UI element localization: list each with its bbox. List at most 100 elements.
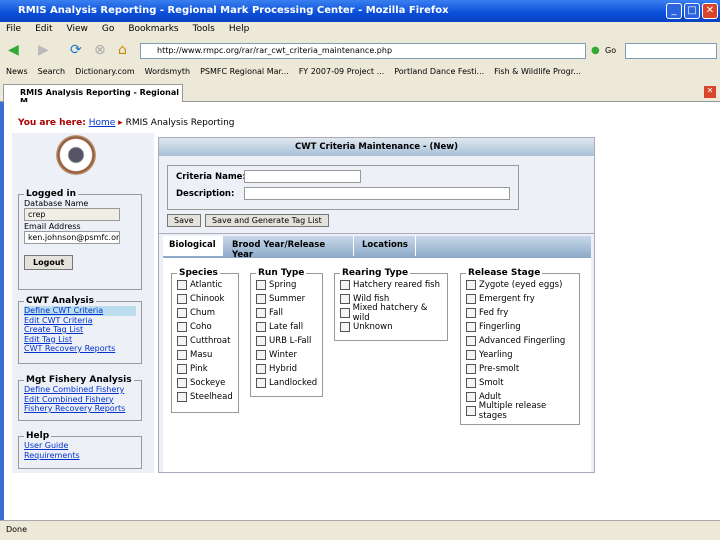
tab-brood-year-release-year[interactable]: Brood Year/Release Year bbox=[226, 236, 354, 260]
bookmark-portland-dance[interactable]: Portland Dance Festi... bbox=[394, 67, 484, 76]
bookmark-search[interactable]: Search bbox=[38, 67, 65, 76]
checkbox-box[interactable] bbox=[177, 364, 187, 374]
checkbox-box[interactable] bbox=[466, 280, 476, 290]
bookmark-fish-wildlife[interactable]: Fish & Wildlife Progr... bbox=[494, 67, 581, 76]
checkbox-box[interactable] bbox=[466, 406, 476, 416]
checkbox-box[interactable] bbox=[177, 392, 187, 402]
checkbox-box[interactable] bbox=[256, 294, 266, 304]
checkbox-box[interactable] bbox=[177, 308, 187, 318]
email-field[interactable]: ken.johnson@psmfc.org bbox=[24, 231, 120, 244]
bookmark-psmfc[interactable]: PSMFC Regional Mar... bbox=[200, 67, 289, 76]
description-input[interactable] bbox=[244, 187, 510, 200]
save-generate-tag-list-button[interactable]: Save and Generate Tag List bbox=[205, 214, 329, 227]
go-icon[interactable]: ● bbox=[591, 45, 600, 56]
back-icon[interactable]: ◀ bbox=[8, 42, 19, 58]
checkbox-box[interactable] bbox=[466, 336, 476, 346]
checkbox-hatchery-reared-fish[interactable]: Hatchery reared fish bbox=[340, 278, 442, 292]
checkbox-box[interactable] bbox=[256, 350, 266, 360]
checkbox-smolt[interactable]: Smolt bbox=[466, 376, 574, 390]
checkbox-box[interactable] bbox=[466, 322, 476, 332]
breadcrumb-home-link[interactable]: Home bbox=[89, 118, 116, 128]
checkbox-box[interactable] bbox=[466, 308, 476, 318]
checkbox-landlocked[interactable]: Landlocked bbox=[256, 376, 317, 390]
menu-help[interactable]: Help bbox=[229, 24, 250, 34]
checkbox-box[interactable] bbox=[177, 322, 187, 332]
edit-tag-list-link[interactable]: Edit Tag List bbox=[24, 335, 136, 345]
checkbox-box[interactable] bbox=[256, 308, 266, 318]
checkbox-box[interactable] bbox=[256, 280, 266, 290]
checkbox-cutthroat[interactable]: Cutthroat bbox=[177, 334, 233, 348]
checkbox-fall[interactable]: Fall bbox=[256, 306, 317, 320]
criteria-name-input[interactable] bbox=[244, 170, 361, 183]
checkbox-box[interactable] bbox=[340, 322, 350, 332]
tab-biological[interactable]: Biological bbox=[163, 236, 223, 256]
menu-bookmarks[interactable]: Bookmarks bbox=[128, 24, 178, 34]
bookmark-fy-project[interactable]: FY 2007-09 Project ... bbox=[299, 67, 385, 76]
close-tab-icon[interactable]: ✕ bbox=[704, 86, 716, 98]
checkbox-box[interactable] bbox=[466, 364, 476, 374]
menu-file[interactable]: File bbox=[6, 24, 21, 34]
checkbox-coho[interactable]: Coho bbox=[177, 320, 233, 334]
checkbox-box[interactable] bbox=[256, 378, 266, 388]
checkbox-box[interactable] bbox=[466, 350, 476, 360]
checkbox-box[interactable] bbox=[256, 364, 266, 374]
tab-locations[interactable]: Locations bbox=[356, 236, 416, 256]
minimize-button[interactable]: _ bbox=[666, 3, 682, 19]
checkbox-yearling[interactable]: Yearling bbox=[466, 348, 574, 362]
menu-edit[interactable]: Edit bbox=[35, 24, 52, 34]
checkbox-fingerling[interactable]: Fingerling bbox=[466, 320, 574, 334]
requirements-link[interactable]: Requirements bbox=[24, 451, 136, 461]
define-combined-fishery-link[interactable]: Define Combined Fishery bbox=[24, 385, 136, 395]
checkbox-masu[interactable]: Masu bbox=[177, 348, 233, 362]
checkbox-box[interactable] bbox=[177, 294, 187, 304]
checkbox-box[interactable] bbox=[466, 392, 476, 402]
edit-combined-fishery-link[interactable]: Edit Combined Fishery bbox=[24, 395, 136, 405]
checkbox-box[interactable] bbox=[340, 308, 350, 318]
maximize-button[interactable]: □ bbox=[684, 3, 700, 19]
logout-button[interactable]: Logout bbox=[24, 255, 74, 270]
checkbox-late-fall[interactable]: Late fall bbox=[256, 320, 317, 334]
search-input[interactable] bbox=[625, 43, 717, 59]
checkbox-zygote-eyed-eggs[interactable]: Zygote (eyed eggs) bbox=[466, 278, 574, 292]
checkbox-box[interactable] bbox=[177, 378, 187, 388]
checkbox-box[interactable] bbox=[340, 280, 350, 290]
create-tag-list-link[interactable]: Create Tag List bbox=[24, 325, 136, 335]
checkbox-box[interactable] bbox=[466, 294, 476, 304]
checkbox-pink[interactable]: Pink bbox=[177, 362, 233, 376]
database-name-field[interactable]: crep bbox=[24, 208, 120, 221]
user-guide-link[interactable]: User Guide bbox=[24, 441, 136, 451]
checkbox-chinook[interactable]: Chinook bbox=[177, 292, 233, 306]
menu-tools[interactable]: Tools bbox=[193, 24, 215, 34]
bookmark-news[interactable]: News bbox=[6, 67, 28, 76]
checkbox-urb-l-fall[interactable]: URB L-Fall bbox=[256, 334, 317, 348]
checkbox-box[interactable] bbox=[340, 294, 350, 304]
checkbox-fed-fry[interactable]: Fed fry bbox=[466, 306, 574, 320]
go-button[interactable]: Go bbox=[605, 46, 616, 55]
checkbox-steelhead[interactable]: Steelhead bbox=[177, 390, 233, 404]
checkbox-box[interactable] bbox=[466, 378, 476, 388]
checkbox-pre-smolt[interactable]: Pre-smolt bbox=[466, 362, 574, 376]
checkbox-advanced-fingerling[interactable]: Advanced Fingerling bbox=[466, 334, 574, 348]
checkbox-box[interactable] bbox=[177, 280, 187, 290]
define-cwt-criteria-link[interactable]: Define CWT Criteria bbox=[24, 306, 136, 316]
checkbox-mixed-hatchery-wild[interactable]: Mixed hatchery & wild bbox=[340, 303, 442, 323]
checkbox-chum[interactable]: Chum bbox=[177, 306, 233, 320]
checkbox-winter[interactable]: Winter bbox=[256, 348, 317, 362]
save-button[interactable]: Save bbox=[167, 214, 201, 227]
fishery-recovery-reports-link[interactable]: Fishery Recovery Reports bbox=[24, 404, 136, 414]
stop-icon[interactable]: ⊗ bbox=[94, 42, 106, 58]
browser-tab[interactable]: RMIS Analysis Reporting - Regional M... bbox=[3, 84, 183, 106]
checkbox-atlantic[interactable]: Atlantic bbox=[177, 278, 233, 292]
checkbox-box[interactable] bbox=[256, 322, 266, 332]
checkbox-multiple-release-stages[interactable]: Multiple release stages bbox=[466, 401, 574, 421]
checkbox-spring[interactable]: Spring bbox=[256, 278, 317, 292]
home-icon[interactable]: ⌂ bbox=[118, 42, 127, 58]
reload-icon[interactable]: ⟳ bbox=[70, 42, 82, 58]
checkbox-box[interactable] bbox=[177, 350, 187, 360]
menu-go[interactable]: Go bbox=[102, 24, 114, 34]
checkbox-box[interactable] bbox=[177, 336, 187, 346]
checkbox-sockeye[interactable]: Sockeye bbox=[177, 376, 233, 390]
menu-view[interactable]: View bbox=[67, 24, 88, 34]
bookmark-dictionary[interactable]: Dictionary.com bbox=[75, 67, 135, 76]
close-button[interactable]: ✕ bbox=[702, 3, 718, 19]
